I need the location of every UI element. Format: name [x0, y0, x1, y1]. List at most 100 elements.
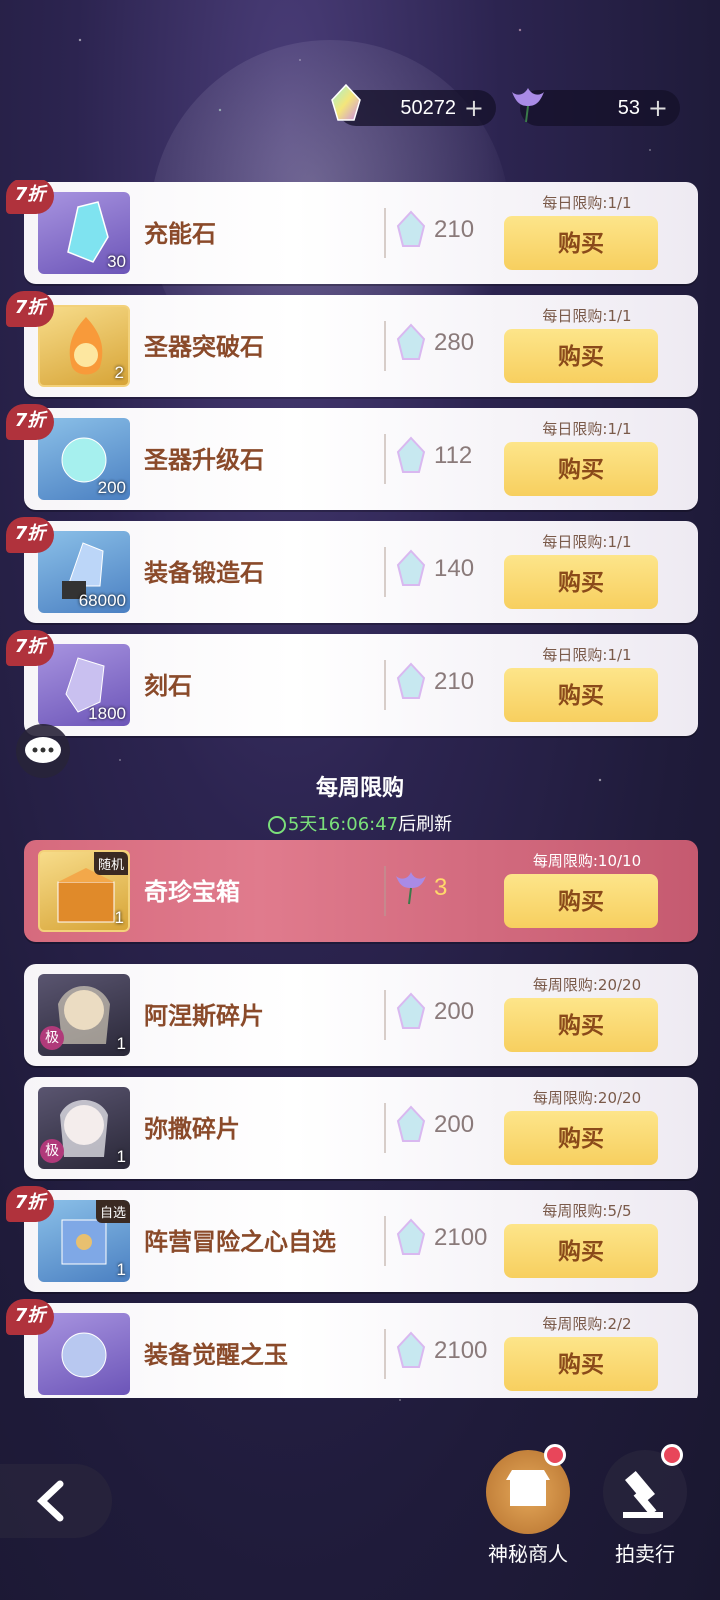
item-quantity: 68000: [78, 591, 126, 610]
purchase-limit: 每周限购:10/10: [532, 852, 642, 870]
item-thumbnail[interactable]: 极 1: [38, 1087, 130, 1169]
divider: [384, 208, 386, 258]
discount-badge: 7折: [6, 404, 54, 440]
add-flower-button[interactable]: +: [648, 90, 668, 126]
purchase-limit: 每周限购:20/20: [532, 1089, 642, 1107]
item-price: 2100: [434, 1224, 488, 1251]
weekly-section-title: 每周限购: [315, 776, 404, 801]
shop-item-card: 极 1 弥撒碎片 200 每周限购:20/20 购买: [24, 1077, 698, 1179]
item-name: 圣器突破石: [144, 333, 264, 361]
purchase-limit: 每日限购:1/1: [542, 533, 632, 551]
buy-button[interactable]: 购买: [504, 329, 658, 383]
shop-item-card: 1800 刻石 210 每日限购:1/1 购买 7折: [6, 630, 698, 736]
item-price: 210: [434, 216, 475, 243]
divider: [384, 434, 386, 484]
item-price: 3: [434, 874, 448, 901]
clock-icon: [267, 816, 286, 834]
gem-currency: 50272 +: [331, 83, 496, 126]
chat-bubble-icon: [25, 737, 61, 763]
shop-item-card: 极 1 阿涅斯碎片 200 每周限购:20/20 购买: [24, 964, 698, 1066]
buy-button[interactable]: 购买: [504, 1111, 658, 1165]
rainbow-gem-icon: [396, 1105, 426, 1142]
gavel-icon: [603, 1444, 687, 1534]
item-name: 弥撒碎片: [144, 1115, 240, 1143]
item-quantity: 30: [107, 252, 126, 271]
shop-item-card: 200 圣器升级石 112 每日限购:1/1 购买 7折: [6, 404, 698, 510]
discount-badge: 7折: [6, 291, 54, 327]
tier-badge: 极: [40, 1026, 64, 1050]
shop-item-card: 2 圣器突破石 280 每日限购:1/1 购买 7折: [6, 291, 698, 397]
item-name: 充能石: [144, 220, 216, 248]
divider: [384, 1103, 386, 1153]
divider: [384, 547, 386, 597]
purple-flower-icon: [512, 88, 544, 123]
buy-button[interactable]: 购买: [504, 668, 658, 722]
discount-badge: 7折: [6, 1186, 54, 1222]
item-name: 圣器升级石: [144, 446, 264, 474]
item-price: 2100: [434, 1337, 488, 1364]
notification-dot: [544, 1444, 566, 1466]
discount-badge: 7折: [6, 630, 54, 666]
item-name: 阿涅斯碎片: [144, 1002, 264, 1030]
buy-button[interactable]: 购买: [504, 216, 658, 270]
divider: [384, 990, 386, 1040]
shop-item-card: 30 充能石 210 每日限购:1/1 购买 7折: [6, 180, 698, 284]
purchase-limit: 每周限购:20/20: [532, 976, 642, 994]
item-thumbnail[interactable]: 极 1: [38, 974, 130, 1056]
buy-button[interactable]: 购买: [504, 1224, 658, 1278]
shop-item-card: 装备觉醒之玉 2100 每周限购:2/2 购买 7折: [6, 1299, 698, 1398]
divider: [384, 660, 386, 710]
purchase-limit: 每日限购:1/1: [542, 307, 632, 325]
item-thumbnail[interactable]: 随机 1: [38, 850, 130, 932]
discount-badge: 7折: [6, 517, 54, 553]
item-price: 280: [434, 329, 475, 356]
buy-button[interactable]: 购买: [504, 442, 658, 496]
buy-button[interactable]: 购买: [504, 998, 658, 1052]
rainbow-gem-icon: [396, 323, 426, 360]
item-name: 装备锻造石: [144, 559, 264, 587]
choice-tag: 自选: [95, 1200, 130, 1223]
shop-item-card: 随机 1 奇珍宝箱 3 每周限购:10/10 购买: [24, 840, 698, 942]
discount-badge: 7折: [6, 1299, 54, 1335]
item-price: 200: [434, 1111, 475, 1138]
rainbow-gem-icon: [396, 436, 426, 473]
rainbow-gem-icon: [396, 662, 426, 699]
item-name: 刻石: [144, 672, 192, 700]
refresh-timer: 5天16:06:47后刷新: [0, 810, 720, 836]
auction-house-button[interactable]: 拍卖行: [600, 1444, 690, 1567]
flower-count: 53: [617, 96, 640, 119]
timer-value: 5天16:06:47: [287, 814, 399, 835]
notification-dot: [661, 1444, 683, 1466]
buy-button[interactable]: 购买: [504, 555, 658, 609]
rainbow-gem-icon: [396, 210, 426, 247]
buy-button[interactable]: 购买: [504, 874, 658, 928]
purchase-limit: 每日限购:1/1: [542, 420, 632, 438]
item-quantity: 1800: [88, 704, 126, 723]
chevron-left-icon: [36, 1480, 64, 1522]
item-quantity: 1: [116, 1260, 126, 1279]
divider: [384, 321, 386, 371]
discount-badge: 7折: [6, 180, 54, 214]
random-tag: 随机: [93, 852, 128, 875]
item-price: 200: [434, 998, 475, 1025]
item-price: 140: [434, 555, 475, 582]
mystery-merchant-button[interactable]: 神秘商人: [483, 1444, 573, 1567]
add-gem-button[interactable]: +: [464, 90, 484, 126]
chat-button[interactable]: [16, 724, 70, 778]
shop-list[interactable]: 30 充能石 210 每日限购:1/1 购买 7折 2 圣器突破石 280 每日…: [0, 180, 720, 1398]
item-name: 装备觉醒之玉: [144, 1341, 288, 1369]
shop-item-card: 68000 装备锻造石 140 每日限购:1/1 购买 7折: [6, 517, 698, 623]
rainbow-gem-icon: [396, 992, 426, 1029]
item-name: 阵营冒险之心自选: [144, 1228, 336, 1256]
rainbow-gem-icon: [331, 83, 361, 121]
timer-suffix: 后刷新: [398, 814, 453, 835]
back-button[interactable]: [0, 1464, 112, 1538]
item-name: 奇珍宝箱: [144, 878, 240, 906]
flower-currency: 53 +: [512, 88, 680, 126]
rainbow-gem-icon: [396, 1218, 426, 1255]
mystery-merchant-label: 神秘商人: [488, 1542, 568, 1566]
purple-flower-icon: [396, 872, 426, 905]
gem-count: 50272: [400, 96, 456, 119]
buy-button[interactable]: 购买: [504, 1337, 658, 1391]
purchase-limit: 每周限购:2/2: [542, 1315, 632, 1333]
